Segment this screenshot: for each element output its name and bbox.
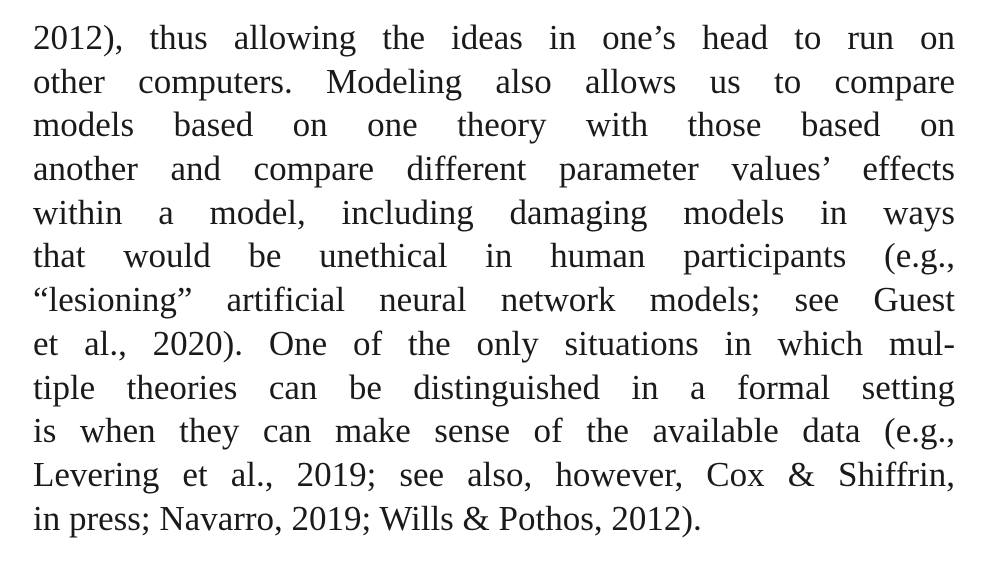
text-line: “lesioning” artificial neural network mo… [33,280,955,320]
text-line: Levering et al., 2019; see also, however… [33,454,955,494]
text-line: et al., 2020). One of the only situation… [33,323,955,363]
text-line: within a model, including damaging model… [33,192,955,232]
text-line: is when they can make sense of the avail… [33,411,955,451]
text-line: that would be unethical in human partici… [33,236,955,276]
text-line: other computers. Modeling also allows us… [33,61,955,101]
text-line: models based on one theory with those ba… [33,105,955,145]
body-paragraph: 2012), thus allowing the ideas in one’s … [33,16,955,540]
text-line: another and compare different parameter … [33,149,955,189]
text-line: in press; Navarro, 2019; Wills & Pothos,… [33,498,702,538]
text-line: tiple theories can be distinguished in a… [33,367,955,407]
text-line: 2012), thus allowing the ideas in one’s … [33,18,955,57]
